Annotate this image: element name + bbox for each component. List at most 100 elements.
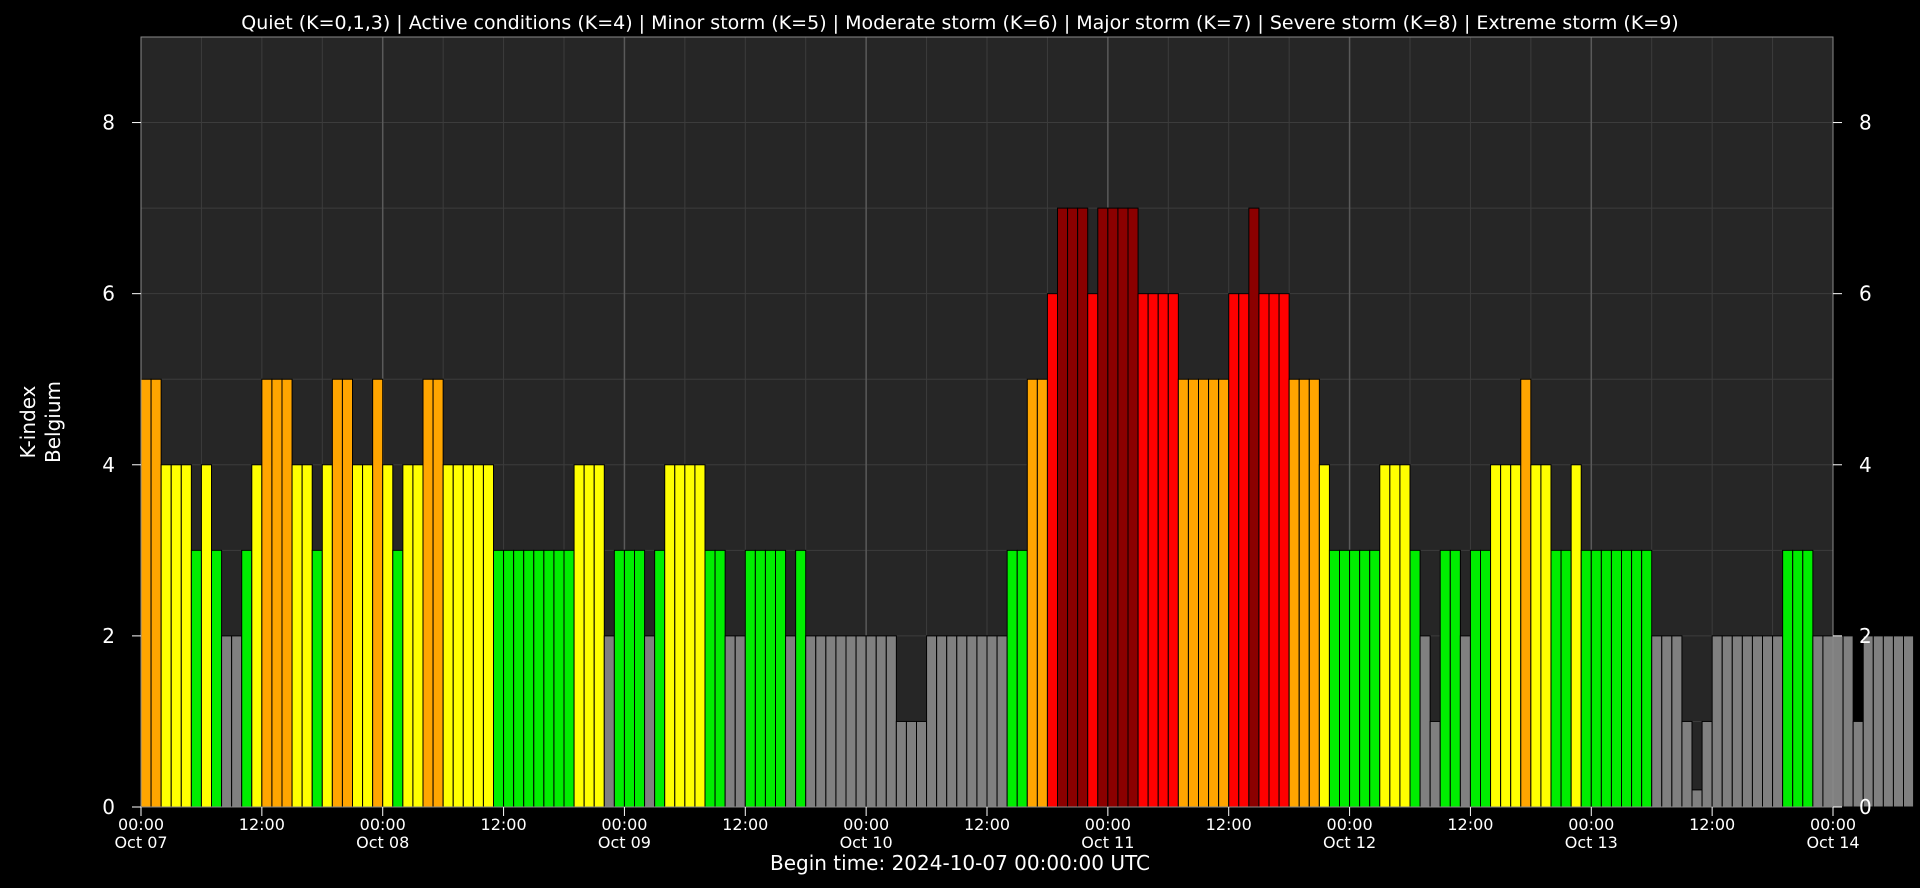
x-tick-time: 12:00: [722, 815, 768, 834]
k-index-bar: [1530, 464, 1542, 808]
k-index-bar: [634, 549, 646, 808]
k-index-bar: [281, 378, 293, 808]
k-index-bar: [805, 635, 817, 808]
k-index-bar: [1812, 635, 1824, 808]
k-index-bar: [1218, 378, 1230, 808]
k-index-bar: [1167, 293, 1179, 808]
k-index-bar: [1349, 549, 1361, 808]
k-index-bar: [694, 464, 706, 808]
k-index-bar: [1862, 635, 1874, 808]
k-index-bar: [865, 635, 877, 808]
x-tick-time: 12:00: [481, 815, 527, 834]
k-index-bar: [140, 378, 152, 808]
k-index-bar: [936, 635, 948, 808]
k-index-bar: [1419, 635, 1431, 808]
k-index-bar: [986, 635, 998, 808]
k-index-bar: [815, 635, 827, 808]
k-index-bar: [1157, 293, 1169, 808]
y-axis-label: K-index: [16, 385, 40, 458]
k-index-bar: [432, 378, 444, 808]
k-index-bar: [1187, 378, 1200, 808]
k-index-bar: [1621, 549, 1633, 808]
k-index-bar: [734, 635, 746, 808]
k-index-bar: [301, 464, 313, 808]
k-index-bar: [714, 549, 726, 808]
k-index-bar: [1127, 207, 1139, 808]
k-index-bar: [674, 464, 686, 808]
x-tick-date: Oct 13: [1565, 833, 1618, 852]
k-index-bar: [1469, 549, 1482, 808]
k-index-bar: [795, 549, 807, 808]
k-index-bar: [754, 549, 766, 808]
k-index-bar: [1439, 549, 1451, 808]
k-index-bar: [543, 549, 555, 808]
k-index-bar: [1208, 378, 1220, 808]
k-index-bar: [1399, 464, 1411, 808]
k-index-bar: [1580, 549, 1592, 808]
k-index-bar: [1610, 549, 1623, 808]
k-index-bar: [1117, 207, 1129, 808]
k-index-bar: [442, 464, 454, 808]
k-index-bar: [1409, 549, 1421, 808]
k-index-bar: [1510, 464, 1522, 808]
x-tick-time: 12:00: [1206, 815, 1252, 834]
k-index-bar: [623, 549, 636, 808]
k-index-bar: [1570, 464, 1582, 808]
k-index-bar: [190, 549, 202, 808]
x-tick-time: 12:00: [1447, 815, 1493, 834]
k-index-bar: [603, 635, 615, 808]
k-index-bar: [1600, 549, 1612, 808]
k-index-bar: [1067, 207, 1079, 808]
k-index-bar: [835, 635, 847, 808]
k-index-bar: [170, 464, 182, 808]
k-index-bar: [1177, 378, 1189, 808]
k-index-bar: [976, 635, 988, 808]
k-index-bar: [845, 635, 857, 808]
k-index-bar: [1631, 549, 1643, 808]
k-index-bar: [1822, 635, 1834, 808]
k-index-bar: [341, 378, 353, 808]
k-index-bar: [1107, 207, 1119, 808]
x-tick-time: 12:00: [964, 815, 1010, 834]
k-index-bar: [1298, 378, 1310, 808]
chart-title: Quiet (K=0,1,3) | Active conditions (K=4…: [241, 12, 1678, 34]
k-index-bar: [1731, 635, 1743, 808]
k-index-bar: [613, 549, 625, 808]
k-index-bar: [1036, 378, 1048, 808]
x-tick-time: 00:00: [1327, 815, 1373, 834]
x-tick-time: 00:00: [601, 815, 647, 834]
k-index-bar: [200, 464, 213, 808]
k-index-bar: [503, 549, 515, 808]
k-index-bar: [1318, 464, 1330, 808]
k-index-bar: [1721, 635, 1733, 808]
k-index-bar: [1137, 293, 1149, 808]
k-index-bar: [654, 549, 666, 808]
k-index-bar: [785, 635, 797, 808]
k-index-bar: [1268, 293, 1280, 808]
k-index-bar: [1691, 789, 1703, 808]
k-index-bar: [1782, 549, 1794, 808]
k-index-bar: [372, 378, 384, 808]
k-index-bar: [573, 464, 585, 808]
k-index-bar: [1328, 549, 1341, 808]
k-index-bar: [724, 635, 736, 808]
k-index-chart: 0 02 24 46 68 8 00:00Oct 0712:00 00:00Oct 0812…: [0, 0, 1920, 888]
k-index-bar: [1359, 549, 1371, 808]
k-index-bar: [764, 549, 777, 808]
k-index-bar: [593, 464, 605, 808]
k-index-bar: [1772, 635, 1784, 808]
k-index-bar: [1751, 635, 1764, 808]
y-axis-label-location: Belgium: [41, 381, 65, 463]
y-tick-label-left: 8: [102, 111, 115, 135]
k-index-bar: [1429, 720, 1441, 808]
k-index-bar: [362, 464, 374, 808]
k-index-bar: [1278, 293, 1290, 808]
k-index-bar: [1379, 464, 1391, 808]
k-index-bar: [916, 720, 928, 808]
k-index-bar: [533, 549, 545, 808]
k-index-bar: [251, 464, 263, 808]
k-index-bar: [1077, 207, 1089, 808]
k-index-bar: [1832, 635, 1844, 808]
k-index-bar: [875, 635, 887, 808]
k-index-bar: [1248, 207, 1260, 808]
